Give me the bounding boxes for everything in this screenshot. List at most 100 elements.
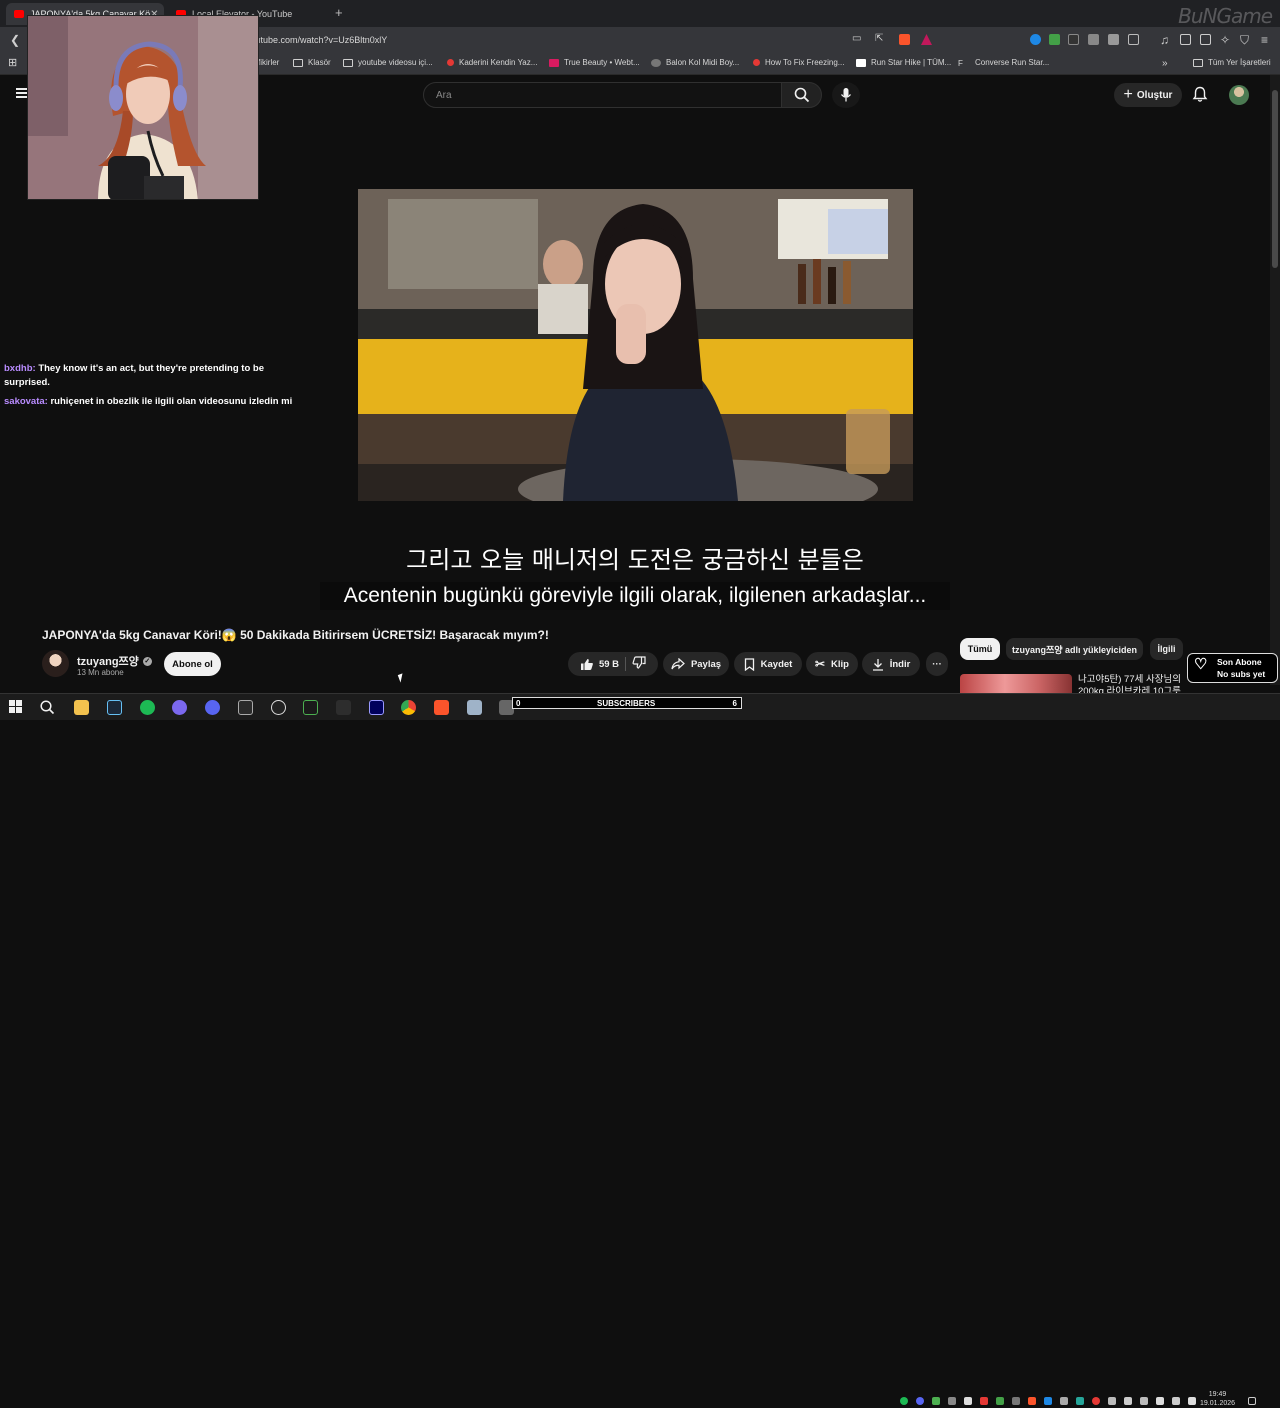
extension-icon[interactable] bbox=[1049, 34, 1060, 45]
app-icon[interactable] bbox=[467, 700, 482, 715]
tray-network-icon[interactable] bbox=[1124, 1397, 1132, 1405]
tray-app-icon[interactable] bbox=[1156, 1397, 1164, 1405]
address-bar-url[interactable]: ıtube.com/watch?v=Uz6Bltn0xlY bbox=[258, 35, 387, 45]
like-button[interactable]: 59 B bbox=[580, 658, 619, 671]
create-button[interactable]: + Oluştur bbox=[1114, 83, 1182, 107]
like-count: 59 B bbox=[598, 658, 620, 670]
sidebar-icon[interactable] bbox=[1128, 34, 1139, 45]
cast-icon[interactable]: ▭ bbox=[852, 33, 861, 44]
taskbar-search-icon[interactable] bbox=[40, 700, 55, 715]
tray-app-icon[interactable] bbox=[996, 1397, 1004, 1405]
share-button[interactable]: Paylaş bbox=[663, 652, 729, 676]
channel-name[interactable]: tzuyang쯔양 ✓ bbox=[77, 653, 152, 669]
vpn-shield-icon[interactable]: ⛉ bbox=[1240, 33, 1249, 48]
save-button[interactable]: Kaydet bbox=[734, 652, 802, 676]
epic-games-icon[interactable] bbox=[238, 700, 253, 715]
streamlabs-icon[interactable] bbox=[303, 700, 318, 715]
premiere-pro-icon[interactable] bbox=[369, 700, 384, 715]
brave-shield-icon[interactable] bbox=[899, 34, 910, 45]
search-input[interactable]: Ara bbox=[423, 82, 782, 108]
tray-volume-icon[interactable] bbox=[1188, 1397, 1196, 1405]
download-button[interactable]: İndir bbox=[862, 652, 920, 676]
tray-bluetooth-icon[interactable] bbox=[1044, 1397, 1052, 1405]
video-player[interactable] bbox=[358, 189, 913, 501]
tray-app-icon[interactable] bbox=[1092, 1397, 1100, 1405]
tray-app-icon[interactable] bbox=[1172, 1397, 1180, 1405]
bookmark-item[interactable]: Kaderini Kendin Yaz... bbox=[447, 58, 537, 67]
create-label: Oluştur bbox=[1136, 89, 1173, 101]
app-icon[interactable] bbox=[172, 700, 187, 715]
bookmark-item[interactable]: Run Star Hike | TÜM... bbox=[856, 58, 951, 67]
chip-all[interactable]: Tümü bbox=[960, 638, 1000, 660]
tray-app-icon[interactable] bbox=[1076, 1397, 1084, 1405]
subscribe-button[interactable]: Abone ol bbox=[164, 652, 221, 676]
tray-app-icon[interactable] bbox=[1028, 1397, 1036, 1405]
back-arrow-icon[interactable]: ❮ bbox=[10, 33, 20, 47]
extension-icon[interactable] bbox=[1068, 34, 1079, 45]
youtube-icon bbox=[447, 59, 454, 66]
notifications-bell-icon[interactable] bbox=[1192, 86, 1208, 108]
site-icon bbox=[651, 58, 661, 67]
download-label: İndir bbox=[889, 658, 911, 670]
wallet-icon[interactable] bbox=[1200, 34, 1211, 45]
brave-icon[interactable] bbox=[434, 700, 449, 715]
media-icon[interactable]: ♫ bbox=[1160, 33, 1169, 47]
tray-app-icon[interactable] bbox=[1108, 1397, 1116, 1405]
tray-discord-icon[interactable] bbox=[916, 1397, 924, 1405]
bookmark-item[interactable]: F Converse Run Star... bbox=[958, 58, 1049, 68]
chip-from-uploader[interactable]: tzuyang쯔양 adlı yükleyiciden bbox=[1006, 638, 1143, 660]
puzzle-icon[interactable] bbox=[1108, 34, 1119, 45]
tray-app-icon[interactable] bbox=[1012, 1397, 1020, 1405]
voice-search-button[interactable] bbox=[832, 82, 860, 108]
obs-icon[interactable] bbox=[271, 700, 286, 715]
last-subscriber-widget: ♡ Son Abone No subs yet bbox=[1187, 653, 1278, 683]
steam-icon[interactable] bbox=[107, 700, 122, 715]
tray-app-icon[interactable] bbox=[1140, 1397, 1148, 1405]
scrollbar-thumb[interactable] bbox=[1272, 90, 1278, 268]
converse-icon bbox=[856, 58, 866, 67]
share-page-icon[interactable]: ⇱ bbox=[875, 33, 883, 44]
tray-app-icon[interactable] bbox=[948, 1397, 956, 1405]
tray-app-icon[interactable] bbox=[980, 1397, 988, 1405]
recommended-video-thumbnail[interactable] bbox=[960, 674, 1072, 694]
bookmark-folder[interactable]: youtube videosu içi... bbox=[343, 58, 433, 67]
chrome-icon[interactable] bbox=[401, 700, 416, 715]
dislike-button[interactable] bbox=[632, 656, 646, 672]
more-actions-button[interactable]: ··· bbox=[926, 652, 948, 676]
new-tab-button[interactable]: + bbox=[335, 5, 343, 20]
file-explorer-icon[interactable] bbox=[74, 700, 89, 715]
notifications-icon[interactable] bbox=[1248, 1397, 1256, 1405]
brave-rewards-icon[interactable] bbox=[921, 34, 932, 45]
discord-icon[interactable] bbox=[205, 700, 220, 715]
account-avatar[interactable] bbox=[1229, 85, 1249, 105]
subtitle-turkish: Acentenin bugünkü göreviyle ilgili olara… bbox=[320, 582, 950, 610]
search-button[interactable] bbox=[781, 82, 822, 108]
split-view-icon[interactable] bbox=[1180, 34, 1191, 45]
taskbar-clock[interactable]: 19:49 19.01.2026 bbox=[1200, 1390, 1235, 1408]
apps-grid-icon[interactable]: ⊞ bbox=[8, 56, 17, 69]
clip-button[interactable]: ✂ Klip bbox=[806, 652, 858, 676]
tray-app-icon[interactable] bbox=[932, 1397, 940, 1405]
chip-related[interactable]: İlgili bbox=[1150, 638, 1183, 660]
recommended-video-title[interactable]: 나고야5탄) 77세 사장님의 200kg 라이브카레 10그릇 먹어 bbox=[1078, 674, 1188, 694]
spotify-icon[interactable] bbox=[140, 700, 155, 715]
bookmark-item[interactable]: fikirler bbox=[258, 58, 279, 67]
all-bookmarks-folder[interactable]: Tüm Yer İşaretleri bbox=[1193, 58, 1271, 67]
bookmark-item[interactable]: How To Fix Freezing... bbox=[753, 58, 844, 67]
extension-icon[interactable] bbox=[1088, 34, 1099, 45]
bookmark-folder[interactable]: Klasör bbox=[293, 58, 331, 67]
folder-icon bbox=[1193, 58, 1203, 67]
more-bookmarks-button[interactable]: » bbox=[1162, 58, 1168, 69]
chat-message: bxdhb: They know it's an act, but they'r… bbox=[4, 362, 294, 390]
app-icon[interactable] bbox=[336, 700, 351, 715]
tray-app-icon[interactable] bbox=[964, 1397, 972, 1405]
channel-avatar[interactable] bbox=[42, 650, 69, 677]
leo-ai-icon[interactable]: ✧ bbox=[1220, 33, 1230, 47]
windows-start-icon[interactable] bbox=[9, 700, 24, 715]
extension-icon[interactable] bbox=[1030, 34, 1041, 45]
browser-menu-icon[interactable]: ≡ bbox=[1261, 33, 1268, 47]
bookmark-item[interactable]: Balon Kol Midi Boy... bbox=[651, 58, 739, 67]
tray-spotify-icon[interactable] bbox=[900, 1397, 908, 1405]
tray-app-icon[interactable] bbox=[1060, 1397, 1068, 1405]
bookmark-item[interactable]: True Beauty • Webt... bbox=[549, 58, 640, 67]
